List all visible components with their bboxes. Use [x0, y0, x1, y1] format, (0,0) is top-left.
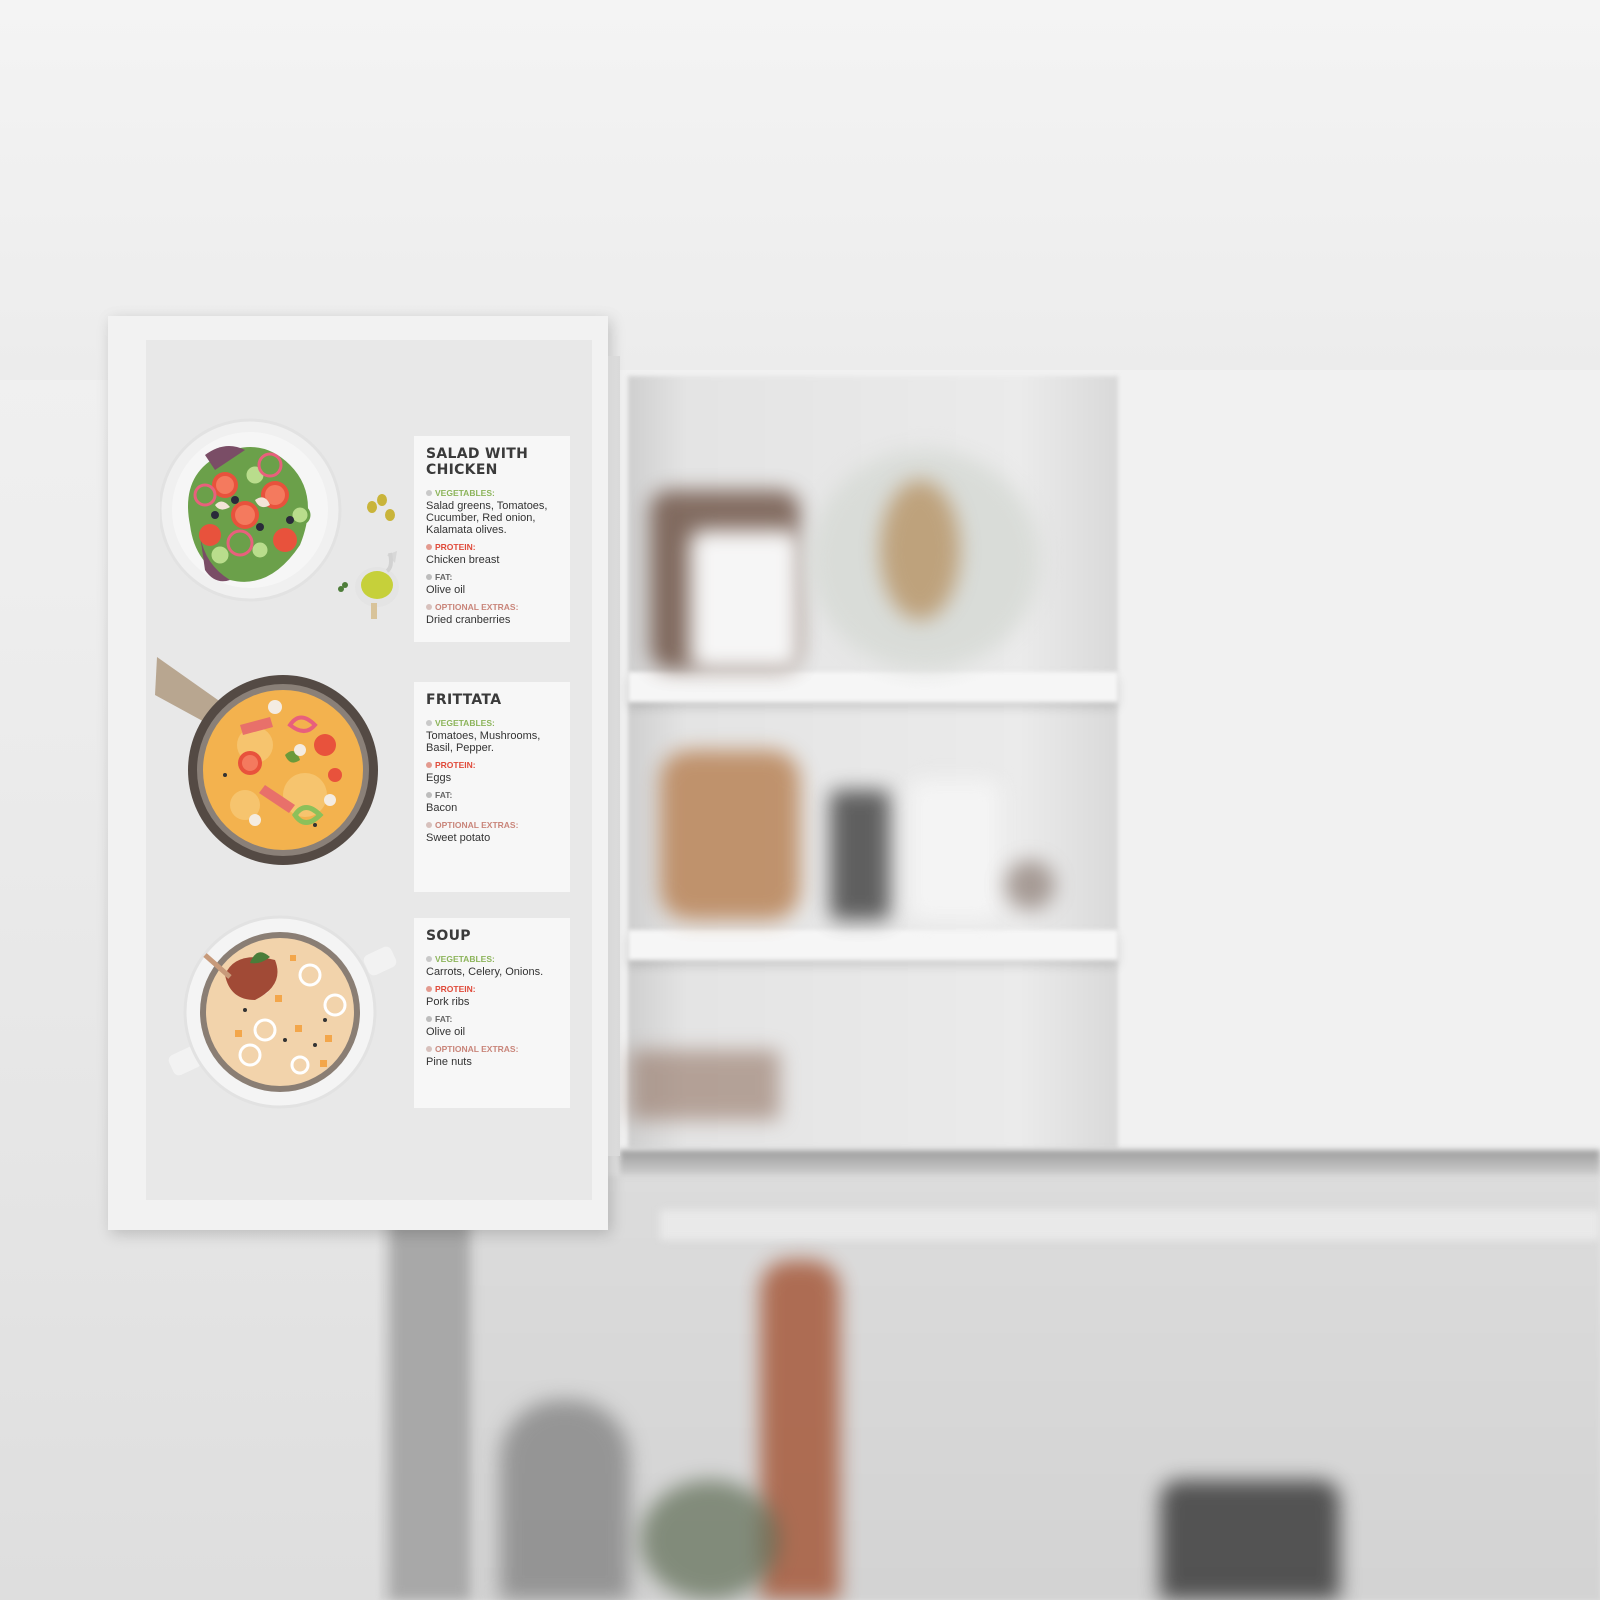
protein-value: Chicken breast [426, 554, 500, 566]
leaf-icon [426, 490, 432, 496]
protein-value: Pork ribs [426, 996, 470, 1008]
fat-label: FAT: [435, 790, 453, 800]
canister-blur [910, 780, 1000, 920]
extras-label: OPTIONAL EXTRAS: [435, 602, 519, 612]
jug-blur [660, 750, 800, 920]
small-pot-blur [1005, 860, 1055, 910]
recipe-title: SALAD WITH CHICKEN [426, 446, 529, 478]
bottom-shelf-item-blur [630, 1050, 780, 1120]
plus-icon [426, 604, 432, 610]
drumstick-icon [426, 986, 432, 992]
shelf-top [628, 672, 1118, 702]
protein-label: PROTEIN: [435, 984, 476, 994]
olive-oil-jug-icon [338, 551, 399, 619]
drop-icon [426, 792, 432, 798]
vegetables-value: Salad greens, Tomatoes, Cucumber, Red on… [426, 500, 548, 536]
extras-value: Dried cranberries [426, 614, 511, 626]
kettle-blur [500, 1400, 630, 1600]
extras-value: Pine nuts [426, 1056, 472, 1068]
recipe-card-frittata: FRITTATA VEGETABLES: Tomatoes, Mushrooms… [414, 682, 570, 892]
frittata-pan-icon [155, 657, 378, 865]
shelf-middle [628, 930, 1118, 960]
fat-value: Olive oil [426, 584, 466, 596]
extras-label: OPTIONAL EXTRAS: [435, 1044, 519, 1054]
recipe-title: SOUP [426, 928, 471, 944]
protein-value: Eggs [426, 772, 452, 784]
protein-label: PROTEIN: [435, 760, 476, 770]
plus-icon [426, 822, 432, 828]
leaf-icon [426, 956, 432, 962]
fat-value: Olive oil [426, 1026, 466, 1038]
fat-label: FAT: [435, 572, 453, 582]
vegetables-label: VEGETABLES: [435, 718, 495, 728]
recipe-title: FRITTATA [426, 692, 502, 708]
recipe-card-soup: SOUP VEGETABLES: Carrots, Celery, Onions… [414, 918, 570, 1108]
fat-value: Bacon [426, 802, 458, 814]
mug-blur [690, 530, 800, 670]
recipe-card-salad: SALAD WITH CHICKEN VEGETABLES: Salad gre… [414, 436, 570, 642]
cabinet-bottom-edge [620, 1150, 1600, 1176]
plate-pattern-blur [880, 480, 960, 620]
jar-green-blur [640, 1480, 780, 1600]
drumstick-icon [426, 544, 432, 550]
leaf-icon [426, 720, 432, 726]
drop-icon [426, 1016, 432, 1022]
drumstick-icon [426, 762, 432, 768]
plus-icon [426, 1046, 432, 1052]
protein-label: PROTEIN: [435, 542, 476, 552]
fat-label: FAT: [435, 1014, 453, 1024]
soup-pot-icon [168, 915, 397, 1109]
vegetables-value: Carrots, Celery, Onions. [426, 966, 544, 978]
extras-value: Sweet potato [426, 832, 491, 844]
coffee-maker-blur [1160, 1480, 1340, 1600]
vegetables-label: VEGETABLES: [435, 488, 495, 498]
jar-blur [830, 790, 890, 920]
drop-icon [426, 574, 432, 580]
faucet-pole-blur [390, 1170, 470, 1600]
counter [660, 1210, 1600, 1240]
extras-label: OPTIONAL EXTRAS: [435, 820, 519, 830]
vegetables-value: Tomatoes, Mushrooms, Basil, Pepper. [426, 730, 541, 754]
vegetables-label: VEGETABLES: [435, 954, 495, 964]
